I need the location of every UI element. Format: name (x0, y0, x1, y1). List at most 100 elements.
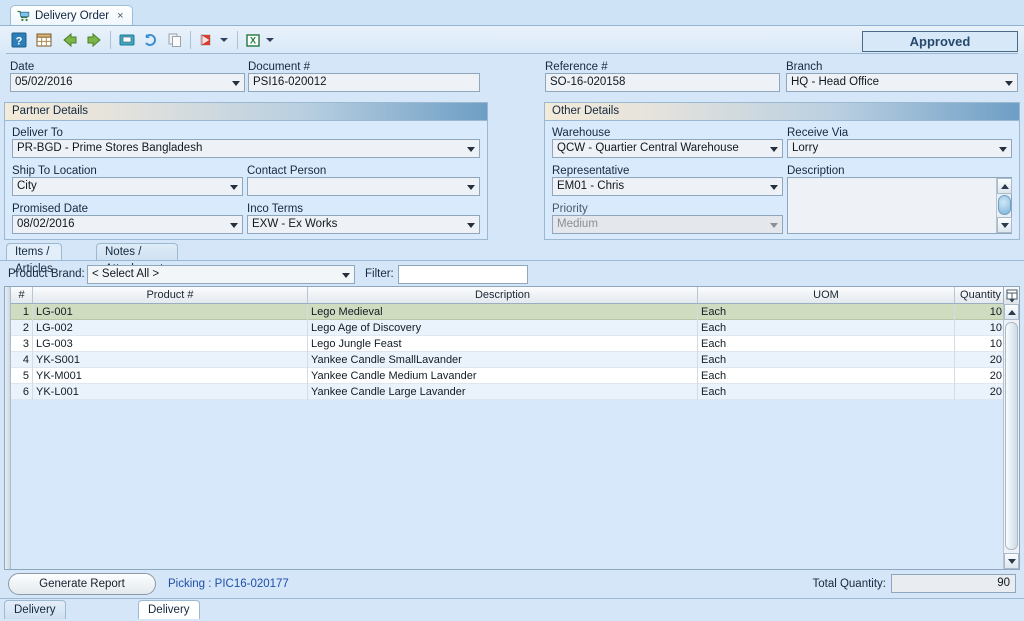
reference-no-input[interactable]: SO-16-020158 (545, 73, 780, 92)
product-brand-value: < Select All > (92, 268, 160, 280)
tab-items-articles[interactable]: Items / Articles (6, 243, 62, 275)
warehouse-value: QCW - Quartier Central Warehouse (557, 142, 739, 154)
table-row[interactable]: 2 LG-002 Lego Age of Discovery Each 10 (11, 320, 1003, 336)
cell-rownum: 5 (11, 368, 33, 384)
cell-product: YK-L001 (33, 384, 308, 400)
representative-combo[interactable]: EM01 - Chris (552, 177, 783, 196)
ship-to-location-combo[interactable]: City (12, 177, 243, 196)
cell-rownum: 4 (11, 352, 33, 368)
deliver-to-combo[interactable]: PR-BGD - Prime Stores Bangladesh (12, 139, 480, 158)
grid-scroll-up-icon[interactable] (1004, 304, 1019, 320)
cell-uom: Each (698, 368, 955, 384)
representative-label: Representative (552, 165, 630, 177)
cell-quantity: 20 (989, 370, 1002, 382)
table-row[interactable]: 4 YK-S001 Yankee Candle SmallLavander Ea… (11, 352, 1003, 368)
excel-export-dropdown-icon[interactable] (266, 36, 275, 44)
total-quantity-value: 90 (891, 574, 1016, 593)
document-tab-delivery-order[interactable]: Delivery Order × (10, 5, 133, 26)
product-brand-combo[interactable]: < Select All > (87, 265, 355, 284)
contact-person-label: Contact Person (247, 165, 327, 177)
filter-label: Filter: (365, 268, 394, 280)
pdf-export-dropdown-icon[interactable] (220, 36, 229, 44)
description-textarea[interactable] (787, 177, 1012, 234)
help-icon[interactable]: ? (9, 30, 29, 50)
date-value: 05/02/2016 (15, 76, 73, 88)
refresh-icon[interactable] (141, 30, 161, 50)
cell-description: Lego Medieval (308, 304, 698, 320)
cell-rownum: 3 (11, 336, 33, 352)
branch-combo[interactable]: HQ - Head Office (786, 73, 1018, 92)
column-chooser-icon[interactable] (1003, 287, 1019, 304)
date-label: Date (10, 61, 35, 73)
reference-no-value: SO-16-020158 (550, 76, 626, 88)
table-row[interactable]: 1 LG-001 Lego Medieval Each 10 (11, 304, 1003, 320)
cell-description: Yankee Candle SmallLavander (308, 352, 698, 368)
document-no-input[interactable]: PSI16-020012 (248, 73, 480, 92)
cell-rownum: 1 (11, 304, 33, 320)
table-row[interactable]: 5 YK-M001 Yankee Candle Medium Lavander … (11, 368, 1003, 384)
grid-col-rownum[interactable]: # (11, 287, 33, 303)
generate-report-button[interactable]: Generate Report (8, 573, 156, 595)
date-input[interactable]: 05/02/2016 (10, 73, 245, 92)
table-row[interactable]: 6 YK-L001 Yankee Candle Large Lavander E… (11, 384, 1003, 400)
delivery-order-window: Delivery Order × ? X Approved Date 05/02… (0, 0, 1024, 621)
other-details-panel: Other Details Warehouse QCW - Quartier C… (544, 102, 1020, 240)
cell-product: LG-001 (33, 304, 308, 320)
description-label: Description (787, 165, 845, 177)
ship-to-location-label: Ship To Location (12, 165, 97, 177)
promised-date-label: Promised Date (12, 203, 89, 215)
priority-value: Medium (557, 218, 598, 230)
warehouse-combo[interactable]: QCW - Quartier Central Warehouse (552, 139, 783, 158)
cell-product: YK-S001 (33, 352, 308, 368)
toolbar-separator-1 (110, 31, 111, 49)
table-row[interactable]: 3 LG-003 Lego Jungle Feast Each 10 (11, 336, 1003, 352)
cell-quantity: 10 (989, 338, 1002, 350)
close-icon[interactable]: × (117, 10, 123, 22)
grid-view-icon[interactable] (34, 30, 54, 50)
contact-person-combo[interactable] (247, 177, 480, 196)
cell-rownum: 6 (11, 384, 33, 400)
grid-vertical-scrollbar[interactable] (1003, 304, 1019, 569)
items-tab-divider (0, 260, 1024, 261)
print-icon[interactable] (117, 30, 137, 50)
receive-via-combo[interactable]: Lorry (787, 139, 1012, 158)
promised-date-input[interactable]: 08/02/2016 (12, 215, 243, 234)
cell-product: YK-M001 (33, 368, 308, 384)
grid-col-uom[interactable]: UOM (698, 287, 955, 303)
picking-link[interactable]: Picking : PIC16-020177 (168, 578, 289, 590)
description-scroll-up-icon[interactable] (997, 178, 1012, 194)
priority-label: Priority (552, 203, 588, 215)
tab-notes-attachments[interactable]: Notes / Attachments (96, 243, 178, 275)
document-no-value: PSI16-020012 (253, 76, 327, 88)
cell-quantity: 20 (989, 354, 1002, 366)
other-details-title: Other Details (545, 103, 1019, 121)
inco-terms-label: Inco Terms (247, 203, 304, 215)
inco-terms-combo[interactable]: EXW - Ex Works (247, 215, 480, 234)
excel-export-icon[interactable]: X (243, 30, 263, 50)
partner-details-title: Partner Details (5, 103, 487, 121)
partner-details-panel: Partner Details Deliver To PR-BGD - Prim… (4, 102, 488, 240)
toolbar-separator-3 (237, 31, 238, 49)
previous-arrow-icon[interactable] (60, 30, 80, 50)
pdf-export-icon[interactable] (197, 30, 217, 50)
bottom-tab-delivery-orders-list[interactable]: Delivery Orders List (46) (4, 600, 66, 619)
cell-description: Yankee Candle Medium Lavander (308, 368, 698, 384)
grid-scroll-down-icon[interactable] (1004, 553, 1019, 569)
cell-quantity: 10 (989, 306, 1002, 318)
grid-col-product[interactable]: Product # (33, 287, 308, 303)
grid-col-quantity[interactable]: Quantity (955, 287, 1005, 303)
filter-input[interactable] (398, 265, 528, 284)
description-scrollbar[interactable] (996, 178, 1012, 233)
grid-scroll-thumb[interactable] (1005, 322, 1018, 550)
branch-label: Branch (786, 61, 823, 73)
grid-col-description[interactable]: Description (308, 287, 698, 303)
shopping-cart-icon (17, 10, 30, 22)
description-scroll-thumb[interactable] (998, 195, 1011, 215)
description-scroll-down-icon[interactable] (997, 217, 1012, 233)
next-arrow-icon[interactable] (84, 30, 104, 50)
bottom-tab-delivery-order[interactable]: Delivery Order (138, 600, 200, 619)
copy-icon[interactable] (165, 30, 185, 50)
deliver-to-label: Deliver To (12, 127, 63, 139)
items-grid: # Product # Description UOM Quantity 1 L… (4, 286, 1020, 570)
cell-uom: Each (698, 320, 955, 336)
